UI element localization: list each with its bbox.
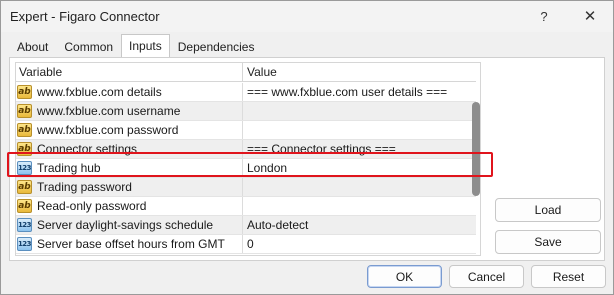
variable-cell[interactable]: ab Trading password bbox=[16, 178, 243, 196]
close-icon: ✕ bbox=[583, 8, 597, 25]
column-header-value[interactable]: Value bbox=[244, 63, 476, 82]
ok-button[interactable]: OK bbox=[367, 265, 442, 288]
inputs-grid: Variable Value ab www.fxblue.com details =… bbox=[15, 62, 481, 256]
tab-bar: About Common Inputs Dependencies bbox=[9, 34, 263, 58]
variable-cell[interactable]: ab www.fxblue.com details bbox=[16, 83, 243, 101]
value-cell[interactable]: London bbox=[244, 159, 476, 177]
variable-name: www.fxblue.com password bbox=[37, 123, 179, 137]
variable-name: www.fxblue.com username bbox=[37, 104, 181, 118]
variable-cell[interactable]: ab www.fxblue.com password bbox=[16, 121, 243, 139]
load-button[interactable]: Load bbox=[495, 198, 601, 222]
title-bar[interactable]: Expert - Figaro Connector ? ✕ bbox=[1, 1, 613, 32]
table-row[interactable]: 123 Server base offset hours from GMT 0 bbox=[16, 235, 476, 254]
variable-name: Trading password bbox=[37, 180, 132, 194]
variable-name: Read-only password bbox=[37, 199, 147, 213]
grid-rows: ab www.fxblue.com details === www.fxblue.c… bbox=[16, 83, 476, 254]
value-cell[interactable]: 0 bbox=[244, 235, 476, 253]
string-type-icon: ab bbox=[17, 199, 32, 213]
variable-cell[interactable]: 123 Trading hub bbox=[16, 159, 243, 177]
variable-cell[interactable]: ab Read-only password bbox=[16, 197, 243, 215]
table-row[interactable]: ab Trading password bbox=[16, 178, 476, 197]
table-row[interactable]: ab Read-only password bbox=[16, 197, 476, 216]
variable-name: Trading hub bbox=[37, 161, 101, 175]
table-row[interactable]: ab www.fxblue.com details === www.fxblue.c… bbox=[16, 83, 476, 102]
scrollbar-thumb[interactable] bbox=[472, 102, 480, 196]
grid-header: Variable Value bbox=[16, 63, 476, 82]
value-cell[interactable] bbox=[244, 197, 476, 215]
tab-inputs[interactable]: Inputs bbox=[121, 34, 170, 57]
tab-about[interactable]: About bbox=[9, 36, 56, 58]
variable-cell[interactable]: 123 Server daylight-savings schedule bbox=[16, 216, 243, 234]
string-type-icon: ab bbox=[17, 104, 32, 118]
variable-name: www.fxblue.com details bbox=[37, 85, 162, 99]
window-title: Expert - Figaro Connector bbox=[10, 9, 160, 24]
help-icon: ? bbox=[540, 8, 548, 24]
tab-dependencies[interactable]: Dependencies bbox=[170, 36, 263, 58]
variable-name: Connector settings bbox=[37, 142, 138, 156]
table-row[interactable]: ab www.fxblue.com username bbox=[16, 102, 476, 121]
value-cell[interactable] bbox=[244, 178, 476, 196]
close-button[interactable]: ✕ bbox=[573, 3, 607, 29]
tab-common[interactable]: Common bbox=[56, 36, 121, 58]
table-row[interactable]: ab www.fxblue.com password bbox=[16, 121, 476, 140]
variable-cell[interactable]: ab Connector settings bbox=[16, 140, 243, 158]
numeric-type-icon: 123 bbox=[17, 237, 32, 251]
numeric-type-icon: 123 bbox=[17, 218, 32, 232]
table-row[interactable]: ab Connector settings === Connector settin… bbox=[16, 140, 476, 159]
cancel-button[interactable]: Cancel bbox=[449, 265, 524, 288]
value-cell[interactable]: === Connector settings === bbox=[244, 140, 476, 158]
string-type-icon: ab bbox=[17, 180, 32, 194]
variable-name: Server daylight-savings schedule bbox=[37, 218, 214, 232]
value-cell[interactable]: === www.fxblue.com user details === bbox=[244, 83, 476, 101]
reset-button[interactable]: Reset bbox=[531, 265, 606, 288]
variable-cell[interactable]: 123 Server base offset hours from GMT bbox=[16, 235, 243, 253]
string-type-icon: ab bbox=[17, 123, 32, 137]
value-cell[interactable]: Auto-detect bbox=[244, 216, 476, 234]
numeric-type-icon: 123 bbox=[17, 161, 32, 175]
value-cell[interactable] bbox=[244, 102, 476, 120]
column-header-variable[interactable]: Variable bbox=[16, 63, 243, 82]
string-type-icon: ab bbox=[17, 142, 32, 156]
help-button[interactable]: ? bbox=[527, 3, 561, 29]
table-row[interactable]: 123 Trading hub London bbox=[16, 159, 476, 178]
variable-cell[interactable]: ab www.fxblue.com username bbox=[16, 102, 243, 120]
variable-name: Server base offset hours from GMT bbox=[37, 237, 225, 251]
expert-properties-dialog: Expert - Figaro Connector ? ✕ About Comm… bbox=[0, 0, 614, 295]
save-button[interactable]: Save bbox=[495, 230, 601, 254]
table-row[interactable]: 123 Server daylight-savings schedule Auto-… bbox=[16, 216, 476, 235]
vertical-scrollbar[interactable] bbox=[471, 62, 481, 254]
string-type-icon: ab bbox=[17, 85, 32, 99]
value-cell[interactable] bbox=[244, 121, 476, 139]
